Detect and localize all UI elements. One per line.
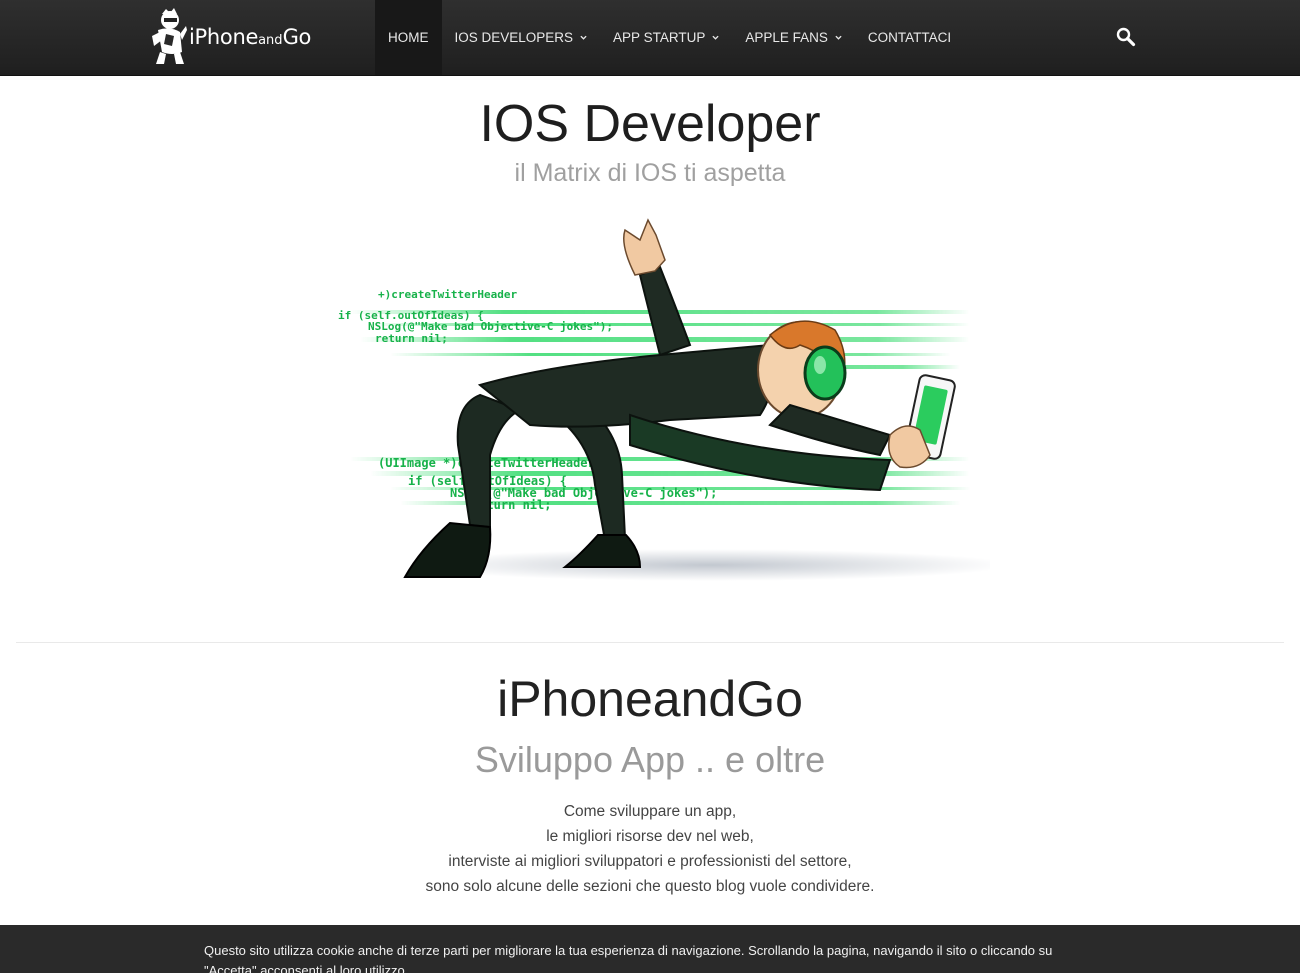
hero-title: IOS Developer	[479, 95, 821, 153]
menu-label: APPLE FANS	[745, 30, 828, 45]
about-title: iPhoneandGo	[497, 671, 803, 727]
cookie-consent-bar: Questo sito utilizza cookie anche di ter…	[0, 925, 1300, 973]
section-divider	[16, 642, 1284, 643]
character-figure	[403, 218, 956, 578]
logo-text: iPhoneandGo	[189, 25, 312, 49]
about-line: le migliori risorse dev nel web,	[546, 828, 754, 845]
about-subtitle: Sviluppo App .. e oltre	[474, 739, 826, 780]
chevron-down-icon	[835, 35, 842, 40]
site-logo[interactable]: iPhoneandGo	[146, 6, 346, 68]
matrix-developer-illustration: +)createTwitterHeader if (self.outOfIdea…	[338, 218, 990, 581]
about-line: interviste ai migliori sviluppatori e pr…	[448, 853, 852, 870]
menu-label: APP STARTUP	[613, 30, 706, 45]
mascot-logo-icon	[152, 8, 187, 64]
main-menu: HOME IOS DEVELOPERS APP STARTUP APPLE FA…	[375, 0, 964, 75]
top-navbar: iPhoneandGo HOME IOS DEVELOPERS APP STAR…	[0, 0, 1300, 76]
menu-item-home[interactable]: HOME	[375, 0, 442, 75]
chevron-down-icon	[580, 35, 587, 40]
search-icon[interactable]	[1115, 26, 1137, 48]
about-line: sono solo alcune delle sezioni che quest…	[425, 878, 875, 895]
menu-item-apple-fans[interactable]: APPLE FANS	[732, 0, 855, 75]
menu-item-contattaci[interactable]: CONTATTACI	[855, 0, 964, 75]
hero-subtitle: il Matrix di IOS ti aspetta	[514, 159, 786, 187]
menu-label: IOS DEVELOPERS	[454, 30, 574, 45]
menu-item-app-startup[interactable]: APP STARTUP	[600, 0, 732, 75]
menu-label: HOME	[388, 30, 429, 45]
menu-item-ios-developers[interactable]: IOS DEVELOPERS	[442, 0, 601, 75]
svg-text:+)createTwitterHeader: +)createTwitterHeader	[378, 288, 517, 301]
about-description: Come sviluppare un app, le migliori riso…	[0, 799, 1300, 899]
cookie-notice-text: Questo sito utilizza cookie anche di ter…	[204, 943, 1053, 973]
menu-label: CONTATTACI	[867, 30, 952, 45]
about-line: Come sviluppare un app,	[563, 803, 737, 820]
chevron-down-icon	[712, 35, 719, 40]
svg-text:return nil;: return nil;	[375, 332, 448, 345]
